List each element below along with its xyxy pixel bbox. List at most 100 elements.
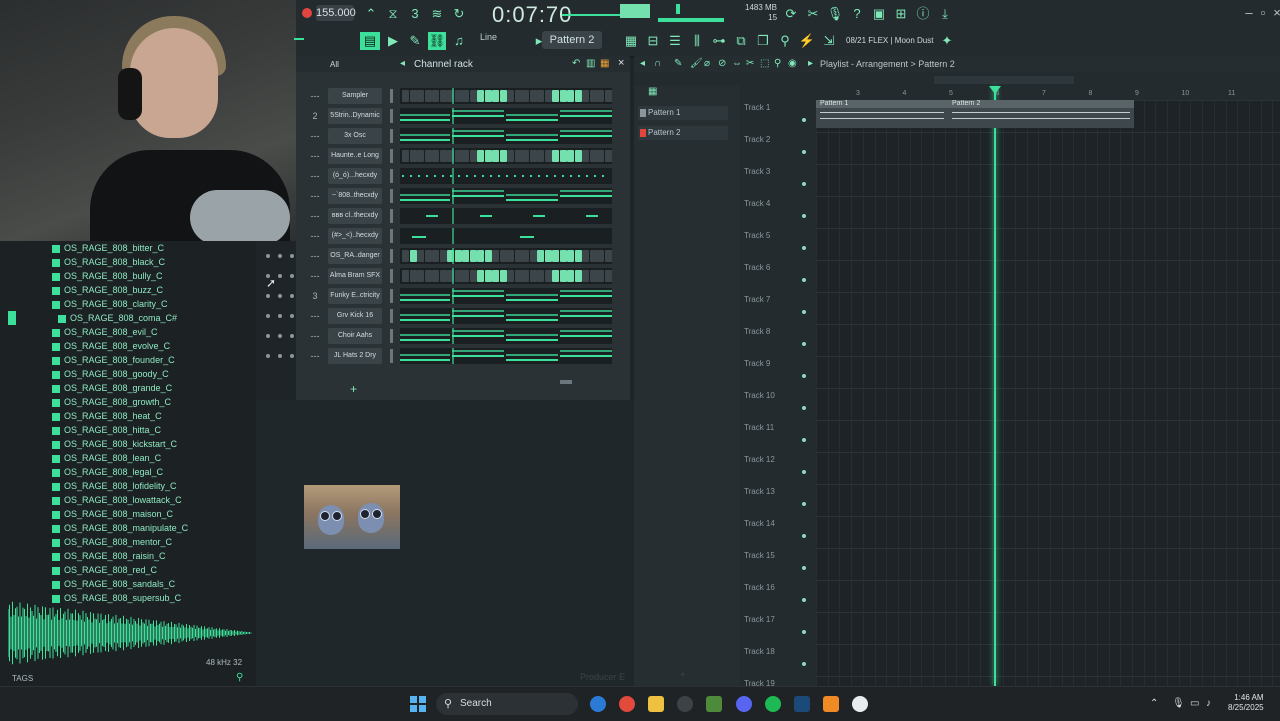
steam-icon[interactable] — [794, 696, 810, 712]
snap-selector[interactable]: Line — [480, 32, 497, 42]
track-header[interactable]: Track 15 — [744, 548, 816, 580]
volume-tray-icon[interactable]: ♪ — [1206, 698, 1211, 709]
channel-select-indicator[interactable] — [390, 149, 393, 163]
browser-file-item[interactable]: OS_RAGE_808_grande_C — [52, 383, 172, 397]
step-button[interactable] — [492, 90, 499, 102]
channel-step-grid[interactable] — [400, 288, 612, 304]
step-button[interactable] — [469, 90, 477, 102]
playlist-arrow-icon[interactable]: ◂ — [640, 58, 645, 69]
step-button[interactable] — [574, 90, 582, 102]
close-icon[interactable]: × — [1268, 4, 1280, 22]
channel-step-grid[interactable] — [400, 228, 612, 244]
step-button[interactable] — [477, 270, 484, 282]
step-button[interactable] — [537, 250, 544, 262]
channel-knob[interactable] — [290, 334, 294, 338]
track-mute-led[interactable] — [802, 374, 806, 378]
mixer-toggle-icon[interactable]: ⫼ — [688, 32, 706, 50]
zoom-tool-icon[interactable]: ⚲ — [774, 58, 781, 69]
step-button[interactable] — [499, 270, 507, 282]
help-icon[interactable]: ? — [848, 5, 866, 23]
browser-file-item[interactable]: OS_RAGE_808_maison_C — [52, 509, 173, 523]
step-button[interactable] — [462, 150, 469, 162]
channel-row[interactable]: --- Haunte..e Long — [296, 146, 630, 166]
track-header[interactable]: Track 10 — [744, 388, 816, 420]
channel-row[interactable]: --- Alma Bram SFX — [296, 266, 630, 286]
track-header[interactable]: Track 2 — [744, 132, 816, 164]
step-button[interactable] — [424, 250, 432, 262]
step-button[interactable] — [604, 270, 612, 282]
step-button[interactable] — [582, 150, 589, 162]
channel-step-grid[interactable] — [400, 208, 612, 224]
browser-file-item[interactable]: OS_RAGE_808_evil_C — [52, 327, 158, 341]
browser-file-item[interactable]: OS_RAGE_808_lowattack_C — [52, 495, 182, 509]
step-button[interactable] — [582, 250, 589, 262]
channel-knob[interactable] — [278, 274, 282, 278]
step-button[interactable] — [409, 250, 417, 262]
panel-toggle[interactable] — [294, 38, 304, 40]
browser-file-item[interactable]: OS_RAGE_808_sandals_C — [52, 579, 175, 593]
step-button[interactable] — [409, 90, 417, 102]
step-button[interactable] — [492, 250, 499, 262]
browser-file-item[interactable]: OS_RAGE_808_kickstart_C — [52, 439, 177, 453]
step-button[interactable] — [522, 150, 529, 162]
clock[interactable]: 1:46 AM 8/25/2025 — [1228, 693, 1264, 713]
step-button[interactable] — [462, 270, 469, 282]
playlist-icon[interactable]: ▦ — [622, 32, 640, 50]
channel-select-indicator[interactable] — [390, 129, 393, 143]
channel-name-button[interactable]: 5Strin..Dynamic — [328, 108, 382, 124]
channel-knob[interactable] — [290, 314, 294, 318]
step-button[interactable] — [417, 250, 424, 262]
track-header[interactable]: Track 7 — [744, 292, 816, 324]
news-icon[interactable]: ✦ — [938, 32, 956, 50]
channel-knob[interactable] — [278, 314, 282, 318]
track-mute-led[interactable] — [802, 598, 806, 602]
step-button[interactable] — [402, 270, 409, 282]
channel-select-indicator[interactable] — [390, 209, 393, 223]
step-button[interactable] — [589, 90, 597, 102]
step-button[interactable] — [559, 90, 567, 102]
channel-select-indicator[interactable] — [390, 109, 393, 123]
step-button[interactable] — [402, 250, 409, 262]
app-icon[interactable] — [852, 696, 868, 712]
channel-row[interactable]: --- (ó_ó)...hecxdy — [296, 166, 630, 186]
edge-icon[interactable] — [590, 696, 606, 712]
wait-icon[interactable]: ⧖ — [384, 5, 402, 23]
channel-select-indicator[interactable] — [390, 269, 393, 283]
channel-row[interactable]: --- Choir Aahs — [296, 326, 630, 346]
channel-step-grid[interactable] — [400, 128, 612, 144]
rack-scrollbar[interactable] — [560, 380, 572, 384]
browser-scroll-marker[interactable] — [8, 311, 16, 325]
mic-tray-icon[interactable]: 🎙 — [1172, 698, 1185, 709]
channel-row[interactable]: --- Grv Kick 16 — [296, 306, 630, 326]
step-button[interactable] — [529, 270, 537, 282]
track-mute-led[interactable] — [802, 118, 806, 122]
step-button[interactable] — [529, 90, 537, 102]
channel-step-grid[interactable] — [400, 328, 612, 344]
step-button[interactable] — [529, 250, 537, 262]
browser-file-item[interactable]: OS_RAGE_808_heat_C — [52, 411, 162, 425]
step-button[interactable] — [469, 270, 477, 282]
track-mute-led[interactable] — [802, 310, 806, 314]
undo-history-icon[interactable]: ⟳ — [782, 5, 800, 23]
step-button[interactable] — [417, 150, 424, 162]
channel-mixer-track[interactable]: --- — [308, 169, 322, 183]
browser-file-item[interactable]: OS_RAGE_808_clarity_C — [52, 299, 168, 313]
pattern-selector[interactable]: Pattern 2 — [542, 31, 602, 49]
track-mute-led[interactable] — [802, 150, 806, 154]
browser-file-item[interactable]: OS_RAGE_808_buzz_C — [52, 285, 163, 299]
step-button[interactable] — [432, 150, 439, 162]
track-mute-led[interactable] — [802, 246, 806, 250]
track-mute-led[interactable] — [802, 566, 806, 570]
chrome-icon[interactable] — [619, 696, 635, 712]
track-header[interactable]: Track 12 — [744, 452, 816, 484]
tray-chevron-icon[interactable]: ⌃ — [1150, 698, 1158, 709]
track-mute-led[interactable] — [802, 502, 806, 506]
bar-number[interactable]: 9 — [1135, 90, 1139, 97]
channel-mute-led[interactable] — [266, 354, 270, 358]
channel-row[interactable]: --- Sampler — [296, 86, 630, 106]
step-button[interactable] — [507, 270, 514, 282]
picker-icon[interactable]: ▦ — [648, 86, 657, 97]
channel-name-button[interactable]: OS_RA..danger — [328, 248, 382, 264]
step-button[interactable] — [567, 250, 574, 262]
channel-step-grid[interactable] — [400, 108, 612, 124]
